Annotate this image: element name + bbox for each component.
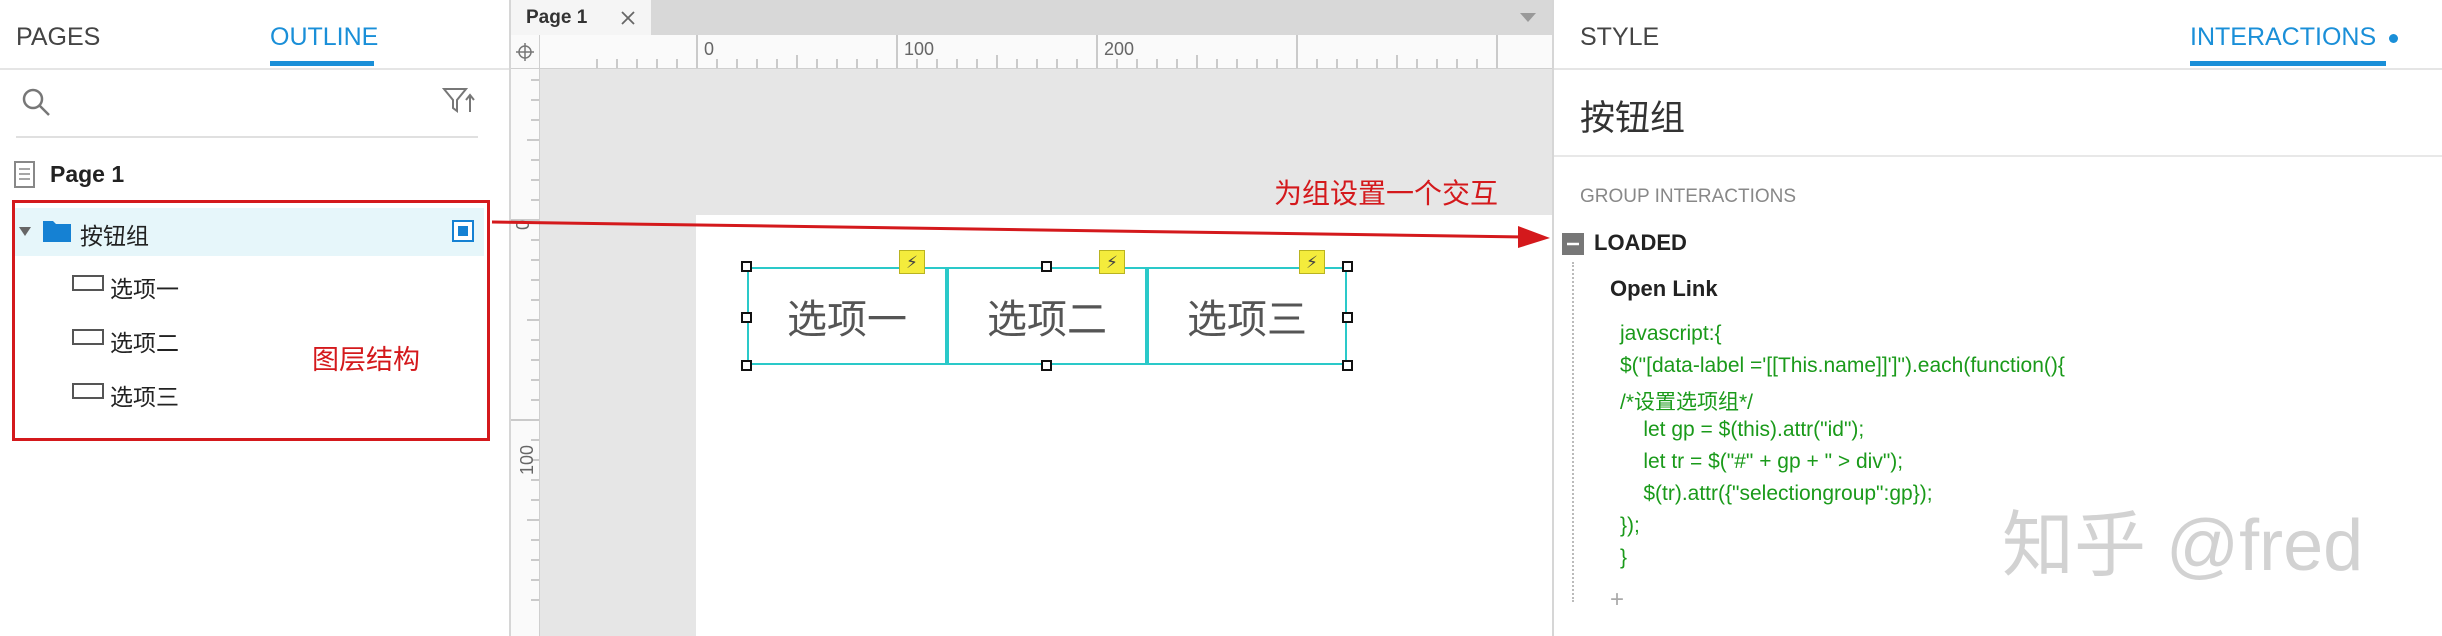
option-button[interactable]: 选项三 [1147, 267, 1347, 365]
option-button[interactable]: 选项一 [747, 267, 947, 365]
code-line: javascript:{ [1620, 322, 1722, 345]
annotation-box [12, 200, 490, 441]
indicator-dot-icon [2389, 33, 2399, 43]
code-line: $(tr).attr({"selectiongroup":gp}); [1620, 482, 1933, 505]
resize-handle[interactable] [741, 360, 752, 371]
code-line: let gp = $(this).attr("id"); [1620, 418, 1865, 441]
section-label: GROUP INTERACTIONS [1580, 186, 1797, 207]
code-line: /*设置选项组*/ [1620, 391, 1754, 414]
ruler-vertical: 0 100 [511, 35, 540, 636]
page-icon [14, 161, 35, 188]
tab-label: Page 1 [526, 7, 588, 28]
lightning-icon[interactable]: ⚡ [1299, 250, 1325, 274]
tab-interactions-label: INTERACTIONS [2190, 23, 2377, 51]
outline-panel: PAGES OUTLINE Page 1 按钮组 选项一 选项二 选项三 图层结… [0, 0, 511, 636]
code-line: $("[data-label ='[[This.name]]']").each(… [1620, 354, 2065, 377]
watermark: 知乎 @fred [2002, 506, 2364, 586]
code-line: } [1620, 546, 1628, 569]
ruler-label: 0 [704, 39, 715, 59]
layer-structure-annotation: 图层结构 [312, 345, 420, 375]
tab-interactions[interactable]: INTERACTIONS [2190, 0, 2399, 68]
inspector-panel: STYLE INTERACTIONS 按钮组 GROUP INTERACTION… [1552, 0, 2442, 636]
ruler-label: 200 [1104, 39, 1135, 59]
tab-menu-chevron-icon[interactable] [1519, 12, 1537, 24]
option-button[interactable]: 选项二 [947, 267, 1147, 365]
active-tab-indicator [2190, 61, 2386, 66]
add-action-button[interactable]: + [1610, 586, 1624, 614]
ruler-corner[interactable] [511, 35, 540, 69]
event-name[interactable]: LOADED [1594, 230, 1687, 256]
tab-pages[interactable]: PAGES [16, 0, 100, 68]
code-line: }); [1620, 514, 1640, 537]
lightning-icon[interactable]: ⚡ [899, 250, 925, 274]
interaction-annotation: 为组设置一个交互 [1274, 178, 1499, 209]
lightning-icon[interactable]: ⚡ [1099, 250, 1125, 274]
divider [1554, 68, 2442, 70]
filter-icon[interactable] [442, 86, 476, 116]
widget-title: 按钮组 [1580, 99, 1686, 138]
resize-handle[interactable] [741, 261, 752, 272]
action-name[interactable]: Open Link [1610, 276, 1718, 302]
canvas-area: Page 1 0 100 200 0 100 选项一 选项二 选项三 ⚡ ⚡ ⚡… [511, 0, 1552, 636]
ruler-label: 100 [904, 39, 935, 59]
close-icon[interactable] [620, 10, 636, 26]
divider [1554, 155, 2442, 157]
resize-handle[interactable] [1342, 312, 1353, 323]
resize-handle[interactable] [1342, 360, 1353, 371]
page-name: Page 1 [50, 161, 125, 187]
page-tab-bar: Page 1 [511, 0, 1552, 35]
tab-page-1[interactable]: Page 1 [511, 0, 651, 35]
tree-connector [1572, 262, 1574, 602]
active-tab-indicator [270, 61, 374, 66]
annotation-arrow [491, 220, 1550, 248]
minus-box-icon[interactable] [1562, 233, 1584, 255]
resize-handle[interactable] [741, 312, 752, 323]
tab-outline[interactable]: OUTLINE [270, 0, 378, 68]
search-icon[interactable] [20, 86, 52, 118]
ruler-ticks [596, 35, 1498, 68]
resize-handle[interactable] [1342, 261, 1353, 272]
ruler-horizontal: 0 100 200 [539, 35, 1552, 69]
ruler-label: 100 [517, 444, 537, 475]
resize-handle[interactable] [1041, 360, 1052, 371]
tree-item-page[interactable]: Page 1 [0, 156, 509, 194]
code-line: let tr = $("#" + gp + " > div"); [1620, 450, 1904, 473]
tab-style[interactable]: STYLE [1580, 0, 1659, 68]
crosshair-icon [516, 43, 534, 61]
resize-handle[interactable] [1041, 261, 1052, 272]
ruler-ticks [511, 79, 539, 601]
search-input-underline [16, 136, 478, 138]
divider [0, 68, 509, 70]
